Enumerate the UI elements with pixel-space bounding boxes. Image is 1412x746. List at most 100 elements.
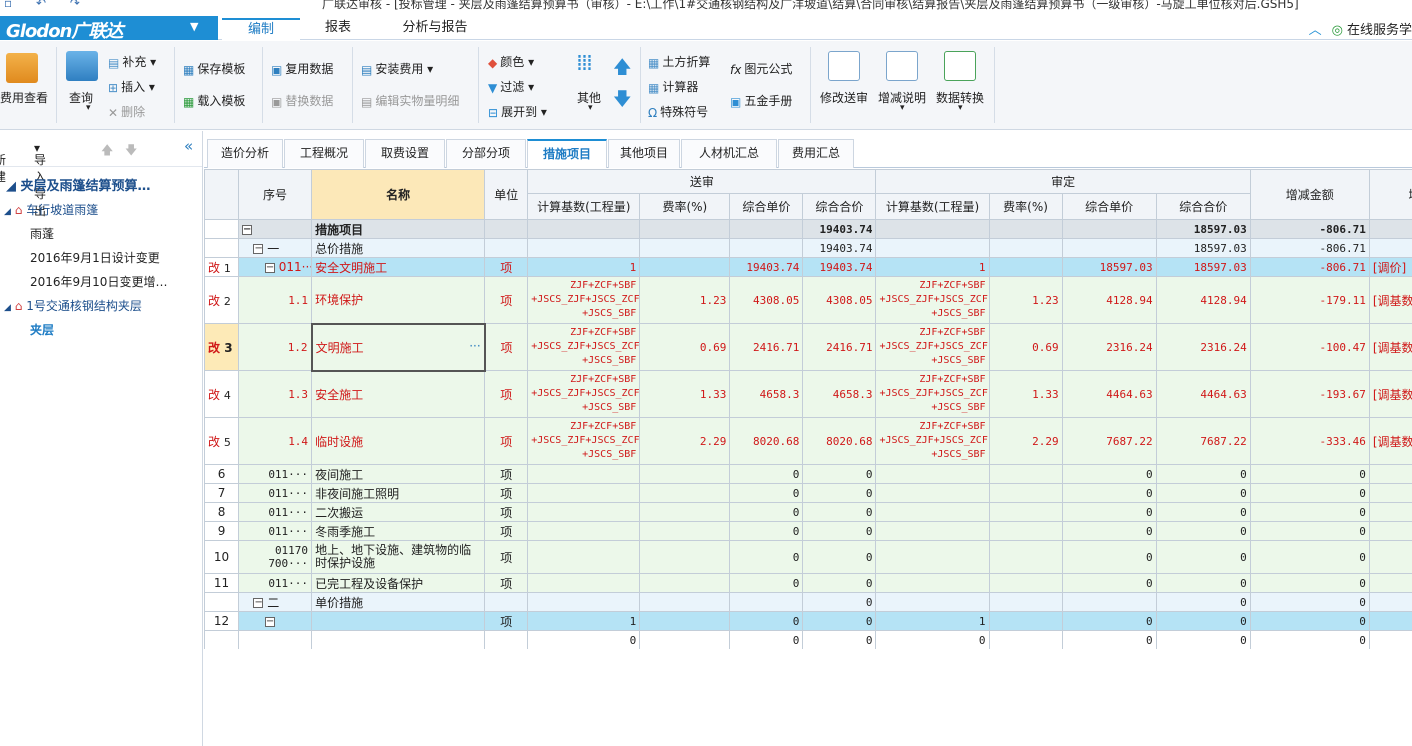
seq-cell[interactable]: 011··· bbox=[238, 502, 313, 522]
submit-rate-cell[interactable]: 1.33 bbox=[639, 370, 731, 418]
tab-fee-summary[interactable]: 费用汇总 bbox=[778, 139, 854, 168]
collapse-icon[interactable]: − bbox=[253, 598, 264, 608]
submit-total-cell[interactable]: 0 bbox=[802, 540, 877, 574]
submit-total-cell[interactable]: 2416.71 bbox=[802, 323, 877, 371]
insert-button[interactable]: ⊞ 插入 ▾ bbox=[108, 78, 155, 95]
other-dropdown-icon[interactable]: ▾ bbox=[588, 103, 593, 113]
review-total-cell[interactable]: 18597.03 bbox=[1155, 238, 1251, 258]
review-rate-cell[interactable] bbox=[988, 611, 1063, 631]
submit-base-cell[interactable]: ZJF+ZCF+SBF +JSCS_ZJF+JSCS_ZCF +JSCS_SBF bbox=[527, 370, 641, 418]
seq-cell[interactable]: 01170 700··· bbox=[238, 540, 313, 574]
extra-cell[interactable] bbox=[1368, 464, 1412, 484]
unit-cell[interactable]: 项 bbox=[484, 464, 529, 484]
submit-rate-cell[interactable] bbox=[639, 540, 731, 574]
unit-cell[interactable]: 项 bbox=[484, 540, 529, 574]
review-total-cell[interactable]: 0 bbox=[1155, 540, 1251, 574]
save-template-button[interactable]: ▦ 保存模板 bbox=[183, 60, 245, 77]
submit-total-cell[interactable]: 0 bbox=[802, 573, 877, 593]
extra-cell[interactable]: [调基数 bbox=[1368, 417, 1412, 465]
submit-rate-cell[interactable]: 0.69 bbox=[639, 323, 731, 371]
seq-cell[interactable]: − bbox=[238, 219, 313, 239]
fee-view-button[interactable]: 费用查看 bbox=[0, 89, 48, 106]
change-cell[interactable]: 0 bbox=[1249, 502, 1370, 522]
submit-base-cell[interactable] bbox=[527, 573, 641, 593]
change-cell[interactable]: 0 bbox=[1249, 483, 1370, 503]
collapse-icon[interactable]: ◢ bbox=[6, 179, 16, 194]
collapse-panel-icon[interactable]: « bbox=[184, 137, 193, 155]
menu-tab-report[interactable]: 报表 bbox=[308, 18, 368, 40]
change-cell[interactable]: 0 bbox=[1249, 592, 1370, 612]
submit-up-cell[interactable]: 0 bbox=[729, 464, 804, 484]
name-cell[interactable]: 冬雨季施工 bbox=[311, 521, 486, 541]
seq-cell[interactable]: − bbox=[238, 611, 313, 631]
seq-cell[interactable]: 1.2 bbox=[238, 323, 313, 371]
chevron-up-icon[interactable]: ︿ bbox=[1309, 23, 1322, 38]
review-up-cell[interactable]: 0 bbox=[1061, 464, 1157, 484]
color-button[interactable]: ◆ 颜色 ▾ bbox=[488, 53, 534, 70]
menu-tab-analysis[interactable]: 分析与报告 bbox=[390, 18, 480, 40]
submit-rate-cell[interactable] bbox=[639, 592, 731, 612]
review-rate-cell[interactable] bbox=[988, 257, 1063, 277]
submit-up-cell[interactable]: 4308.05 bbox=[729, 276, 804, 324]
unit-cell[interactable]: 项 bbox=[484, 257, 529, 277]
table-row[interactable]: − 措施项目 19403.74 18597.03 -806.71 bbox=[204, 219, 1412, 239]
review-up-cell[interactable]: 4464.63 bbox=[1061, 370, 1157, 418]
data-convert-dropdown-icon[interactable]: ▾ bbox=[958, 103, 963, 113]
tab-measure-items[interactable]: 措施项目 bbox=[527, 139, 607, 168]
review-up-cell[interactable]: 18597.03 bbox=[1061, 257, 1157, 277]
name-cell[interactable]: 夜间施工 bbox=[311, 464, 486, 484]
table-row[interactable]: 8 011··· 二次搬运 项 0 0 0 0 0 bbox=[204, 502, 1412, 522]
review-base-cell[interactable] bbox=[875, 464, 990, 484]
review-up-cell[interactable]: 2316.24 bbox=[1061, 323, 1157, 371]
submit-base-cell[interactable] bbox=[527, 219, 641, 239]
seq-cell[interactable] bbox=[238, 630, 313, 649]
table-row[interactable]: − 一 总价措施 19403.74 18597.03 -806.71 bbox=[204, 238, 1412, 258]
seq-cell[interactable]: 1.4 bbox=[238, 417, 313, 465]
collapse-icon[interactable]: − bbox=[264, 262, 275, 273]
review-total-cell[interactable]: 0 bbox=[1155, 483, 1251, 503]
change-cell[interactable]: 0 bbox=[1249, 464, 1370, 484]
extra-cell[interactable] bbox=[1368, 483, 1412, 503]
tree-item-change-0910[interactable]: 2016年9月10日变更增… bbox=[30, 273, 167, 290]
submit-total-cell[interactable]: 0 bbox=[802, 483, 877, 503]
submit-base-cell[interactable] bbox=[527, 592, 641, 612]
hardware-manual-button[interactable]: ▣ 五金手册 bbox=[730, 92, 792, 109]
submit-base-cell[interactable]: ZJF+ZCF+SBF +JSCS_ZJF+JSCS_ZCF +JSCS_SBF bbox=[527, 417, 641, 465]
extra-cell[interactable] bbox=[1368, 630, 1412, 649]
submit-rate-cell[interactable]: 2.29 bbox=[639, 417, 731, 465]
tree-item-change-0901[interactable]: 2016年9月1日设计变更 bbox=[30, 249, 160, 266]
seq-cell[interactable]: 011··· bbox=[238, 464, 313, 484]
submit-up-cell[interactable]: 2416.71 bbox=[729, 323, 804, 371]
extra-cell[interactable]: [调基数 bbox=[1368, 276, 1412, 324]
tab-sub-items[interactable]: 分部分项 bbox=[446, 139, 526, 168]
table-row[interactable]: 10 01170 700··· 地上、地下设施、建筑物的临时保护设施 项 0 0… bbox=[204, 540, 1412, 574]
seq-cell[interactable]: 011··· bbox=[238, 573, 313, 593]
change-note-dropdown-icon[interactable]: ▾ bbox=[900, 103, 905, 113]
review-base-cell[interactable] bbox=[875, 502, 990, 522]
extra-cell[interactable] bbox=[1368, 502, 1412, 522]
submit-up-cell[interactable]: 0 bbox=[729, 540, 804, 574]
name-cell[interactable]: 非夜间施工照明 bbox=[311, 483, 486, 503]
table-row[interactable]: 改 5 1.4 临时设施 项 ZJF+ZCF+SBF +JSCS_ZJF+JSC… bbox=[204, 417, 1412, 465]
submit-total-cell[interactable]: 0 bbox=[802, 630, 877, 649]
submit-rate-cell[interactable] bbox=[639, 502, 731, 522]
seq-cell[interactable]: 011··· bbox=[238, 521, 313, 541]
extra-cell[interactable] bbox=[1368, 611, 1412, 631]
submit-total-cell[interactable]: 0 bbox=[802, 521, 877, 541]
quick-access-icons[interactable]: ▫ ↶ ↷ bbox=[4, 0, 90, 10]
submit-total-cell[interactable]: 19403.74 bbox=[802, 257, 877, 277]
tab-fee-settings[interactable]: 取费设置 bbox=[365, 139, 445, 168]
submit-rate-cell[interactable] bbox=[639, 521, 731, 541]
arrow-down-icon[interactable]: 🡇 bbox=[125, 141, 137, 162]
review-total-cell[interactable]: 4128.94 bbox=[1155, 276, 1251, 324]
collapse-icon[interactable]: ◢ bbox=[4, 303, 11, 313]
calculator-button[interactable]: ▦ 计算器 bbox=[648, 78, 698, 95]
tree-item-ramp-canopy[interactable]: ◢ ⌂ 车行坡道雨篷 bbox=[4, 201, 98, 218]
submit-up-cell[interactable]: 4658.3 bbox=[729, 370, 804, 418]
submit-total-cell[interactable]: 8020.68 bbox=[802, 417, 877, 465]
name-cell[interactable]: 总价措施 bbox=[311, 238, 486, 258]
table-row[interactable]: 改 1 − 011··· 安全文明施工 项 1 19403.74 19403.7… bbox=[204, 257, 1412, 277]
submit-base-cell[interactable]: ZJF+ZCF+SBF +JSCS_ZJF+JSCS_ZCF +JSCS_SBF bbox=[527, 276, 641, 324]
submit-base-cell[interactable]: 0 bbox=[527, 630, 641, 649]
change-cell[interactable]: -806.71 bbox=[1249, 219, 1370, 239]
